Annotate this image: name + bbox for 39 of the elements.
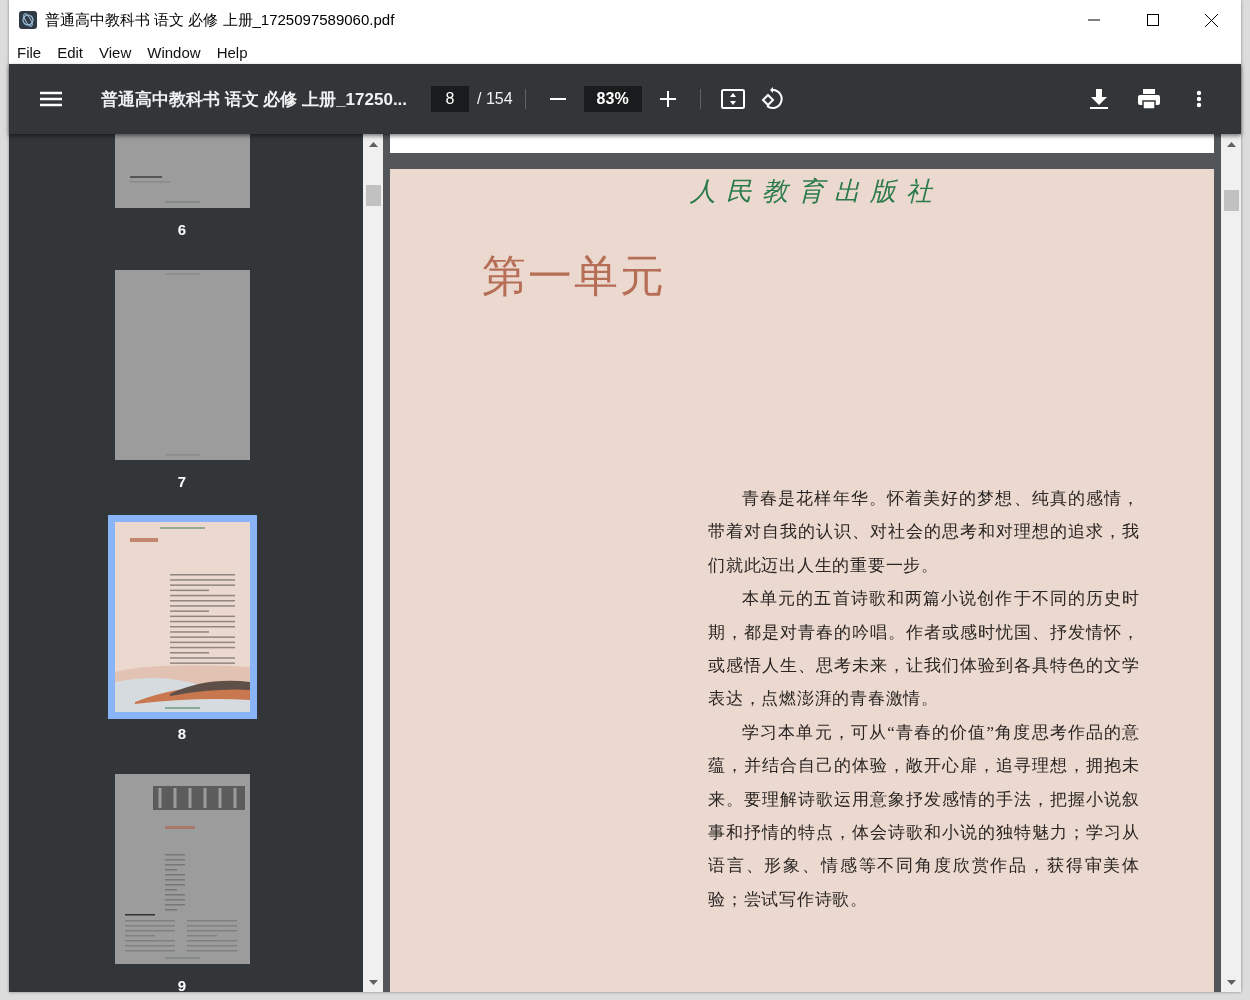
- unit-heading: 第一单元: [482, 251, 666, 303]
- page-number-field[interactable]: 8: [431, 86, 469, 112]
- menu-item[interactable]: View: [91, 43, 140, 61]
- page-number: 6: [177, 221, 187, 238]
- menu-item[interactable]: Edit: [49, 43, 92, 61]
- menu-item[interactable]: File: [9, 43, 50, 61]
- document-title: 普通高中教科书 语文 必修 上册_17250...: [101, 88, 409, 111]
- maximize-icon: [1146, 14, 1159, 26]
- page-number: 7: [177, 473, 187, 490]
- menu-item[interactable]: Help: [208, 43, 256, 61]
- plus-icon: [659, 91, 676, 107]
- scrollbar[interactable]: [1221, 134, 1241, 992]
- scroll-up-icon[interactable]: [1226, 141, 1236, 147]
- print-icon: [1138, 89, 1160, 109]
- scroll-up-icon[interactable]: [368, 141, 378, 147]
- paragraph: 本单元的五首诗歌和两篇小说创作于不同的历史时期，都是对青春的吟唱。作者或感时忧国、抒发情怀，或感悟人生、思考未来，让我们体验到各具特色的文学表达，点燃澎湃的青春激情。: [708, 588, 1140, 711]
- paragraph: 青春是花样年华。怀着美好的梦想、纯真的感情，带着对自我的认识、对社会的思考和对理想的追求，我们就此迈出人生的重要一步。: [708, 488, 1140, 577]
- menu-icon: [40, 91, 62, 107]
- more-options-icon: [1196, 90, 1202, 108]
- zoom-field[interactable]: 83%: [583, 86, 642, 112]
- publisher-logo: 人民教育出版社: [690, 176, 942, 208]
- page-thumbnail[interactable]: [107, 515, 257, 719]
- paragraph: 学习本单元，可从“青春的价值”角度思考作品的意蕴，并结合自己的体验，敞开心扉，追寻理想，拥抱未来。要理解诗歌运用意象抒发感情的手法，把握小说叙事和抒情的特点，体会诗歌和小说的独特魅力；学习从语言、形象、情感等不同角度欣赏作品，获得审美体验；尝试写作诗歌。: [708, 721, 1140, 911]
- app-icon: [19, 11, 37, 29]
- window-title: 普通高中教科书 语文 必修 上册_1725097589060.pdf: [45, 10, 396, 30]
- page-number: 9: [177, 977, 187, 992]
- rotate-icon: [760, 87, 785, 111]
- minus-icon: [549, 97, 566, 101]
- scroll-thumb[interactable]: [1224, 190, 1239, 211]
- fit-page-icon: [720, 89, 745, 109]
- scroll-thumb[interactable]: [366, 185, 381, 206]
- page-count: / 154: [477, 90, 513, 108]
- scroll-down-icon[interactable]: [368, 979, 378, 985]
- page-number: 8: [177, 725, 187, 742]
- scrollbar[interactable]: [363, 134, 383, 992]
- close-icon: [1205, 13, 1218, 27]
- scroll-down-icon[interactable]: [1226, 979, 1236, 985]
- menu-item[interactable]: Window: [139, 43, 209, 61]
- download-icon: [1090, 89, 1108, 109]
